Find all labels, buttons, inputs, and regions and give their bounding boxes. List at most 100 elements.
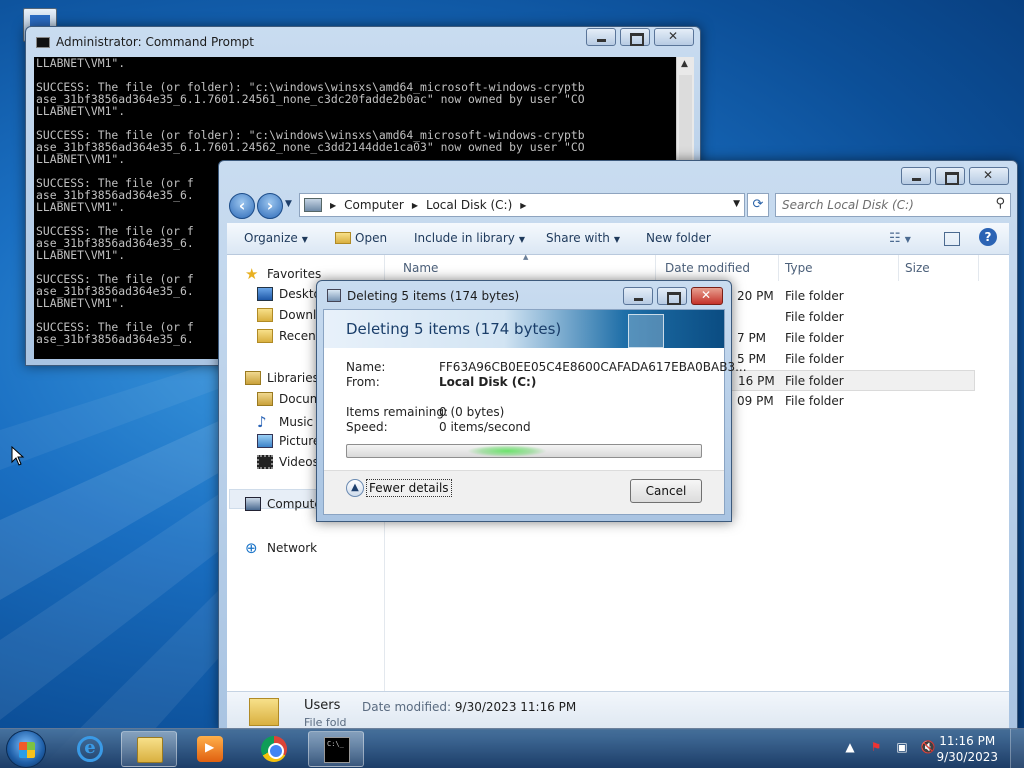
media-player-icon	[197, 736, 223, 762]
dialog-body: Deleting 5 items (174 bytes) Name: FF63A…	[323, 309, 747, 515]
dialog-title-bar[interactable]: Deleting 5 items (174 bytes)	[317, 281, 731, 309]
progress-glow	[467, 445, 547, 457]
system-tray: ▲ ⚑ ▣ 🔇	[842, 739, 936, 755]
taskbar-chrome[interactable]	[246, 731, 302, 767]
nav-downloads[interactable]: Downlo	[257, 308, 324, 322]
breadcrumb-separator-icon[interactable]: ▶	[520, 201, 526, 210]
share-with-button[interactable]: Share with ▼	[546, 231, 620, 245]
view-options-icon[interactable]: ☷ ▼	[889, 231, 911, 246]
nav-music[interactable]: ♪ Music	[257, 413, 313, 431]
name-value: FF63A96CB0EE05C4E8600CAFADA617EBA0BAB3..…	[439, 360, 747, 374]
breadcrumb-separator-icon[interactable]: ▶	[412, 201, 418, 210]
sort-arrow-icon: ▲	[523, 253, 529, 261]
dialog-minimize-button[interactable]	[623, 287, 653, 305]
search-placeholder: Search Local Disk (C:)	[782, 198, 914, 212]
taskbar-internet-explorer[interactable]: e	[62, 731, 118, 767]
nav-favorites[interactable]: ★ Favorites	[245, 265, 321, 283]
forward-button[interactable]: ›	[257, 193, 283, 219]
scroll-up-icon[interactable]: ▲	[681, 59, 688, 69]
navigation-bar: ‹ › ▼ ▶ Computer ▶ Local Disk (C:) ▶ ▼ ⟳…	[227, 191, 1011, 219]
dialog-maximize-button[interactable]	[657, 287, 687, 305]
console-line: ase_31bf3856ad364e35_6.1.7601.24561_none…	[36, 92, 585, 106]
show-desktop-button[interactable]	[1010, 729, 1024, 768]
address-dropdown-icon[interactable]: ▼	[733, 199, 740, 209]
new-folder-button[interactable]: New folder	[646, 231, 711, 245]
folder-icon	[335, 232, 351, 244]
speed-label: Speed:	[346, 420, 388, 434]
organize-button[interactable]: Organize ▼	[244, 231, 308, 245]
fewer-details-button[interactable]: ▲ Fewer details	[346, 479, 452, 497]
explorer-minimize-button[interactable]	[901, 167, 931, 185]
chevron-down-icon: ▼	[301, 235, 308, 244]
show-hidden-icons-icon[interactable]: ▲	[842, 739, 858, 755]
command-prompt-icon: C:\_	[324, 737, 350, 763]
back-button[interactable]: ‹	[229, 193, 255, 219]
breadcrumb-local-disk[interactable]: Local Disk (C:)	[426, 198, 512, 212]
delete-icon	[327, 289, 341, 302]
column-date-modified[interactable]: Date modified	[665, 261, 750, 275]
folder-icon	[137, 737, 163, 763]
items-remaining-label: Items remaining:	[346, 405, 449, 419]
dialog-header: Deleting 5 items (174 bytes)	[324, 310, 724, 348]
name-label: Name:	[346, 360, 386, 374]
explorer-title-bar[interactable]	[219, 161, 1017, 189]
taskbar: e C:\_ ▲ ⚑ ▣ 🔇 11:16 PM 9/30/2023	[0, 728, 1024, 768]
breadcrumb-computer[interactable]: Computer	[344, 198, 404, 212]
help-icon[interactable]: ?	[979, 228, 997, 246]
dialog-close-button[interactable]	[691, 287, 723, 305]
command-bar: Organize ▼ Open Include in library ▼ Share…	[227, 223, 1009, 255]
chrome-icon	[261, 736, 287, 762]
column-size[interactable]: Size	[905, 261, 930, 275]
address-bar[interactable]: ▶ Computer ▶ Local Disk (C:) ▶ ▼	[299, 193, 745, 217]
explorer-maximize-button[interactable]	[935, 167, 965, 185]
column-type[interactable]: Type	[785, 261, 813, 275]
cmd-close-button[interactable]	[654, 28, 694, 46]
videos-icon	[257, 455, 273, 469]
explorer-close-button[interactable]	[969, 167, 1009, 185]
recycle-bin-icon	[628, 314, 664, 348]
folder-icon	[249, 698, 279, 726]
cmd-maximize-button[interactable]	[620, 28, 650, 46]
taskbar-media-player[interactable]	[182, 731, 238, 767]
clock[interactable]: 11:16 PM 9/30/2023	[936, 733, 998, 765]
details-pane: Users Date modified: 9/30/2023 11:16 PM …	[227, 691, 1009, 729]
delete-progress-dialog[interactable]: Deleting 5 items (174 bytes) Deleting 5 …	[316, 280, 747, 522]
nav-recent[interactable]: Recent	[257, 329, 320, 343]
music-icon: ♪	[257, 413, 267, 431]
volume-muted-icon[interactable]: 🔇	[920, 739, 936, 755]
documents-icon	[257, 392, 273, 406]
computer-icon	[245, 497, 261, 511]
breadcrumb-separator-icon[interactable]: ▶	[330, 201, 336, 210]
nav-network[interactable]: ⊕ Network	[245, 539, 317, 557]
taskbar-windows-explorer[interactable]	[121, 731, 177, 767]
refresh-button[interactable]: ⟳	[747, 193, 769, 217]
cmd-minimize-button[interactable]	[586, 28, 616, 46]
nav-videos[interactable]: Videos	[257, 455, 319, 469]
speed-value: 0 items/second	[439, 420, 531, 434]
network-status-icon[interactable]: ▣	[894, 739, 910, 755]
start-button[interactable]	[6, 730, 46, 768]
column-name[interactable]: Name	[403, 261, 438, 275]
downloads-icon	[257, 308, 273, 322]
taskbar-command-prompt[interactable]: C:\_	[308, 731, 364, 767]
console-line: ase_31bf3856ad364e35_6.1.7601.24562_none…	[36, 140, 585, 154]
selected-item-name: Users	[304, 698, 341, 713]
clock-date: 9/30/2023	[936, 750, 998, 764]
open-button[interactable]: Open	[335, 231, 387, 245]
preview-pane-icon[interactable]	[944, 232, 960, 246]
cancel-button[interactable]: Cancel	[630, 479, 702, 503]
nav-documents[interactable]: Docum	[257, 392, 321, 406]
search-icon[interactable]: ⚲	[995, 196, 1005, 211]
search-input[interactable]: Search Local Disk (C:) ⚲	[775, 193, 1011, 217]
include-in-library-button[interactable]: Include in library ▼	[414, 231, 525, 245]
desktop-icon	[257, 287, 273, 301]
progress-bar	[346, 444, 702, 458]
clock-time: 11:16 PM	[939, 734, 996, 748]
dialog-heading: Deleting 5 items (174 bytes)	[346, 320, 562, 338]
action-center-icon[interactable]: ⚑	[868, 739, 884, 755]
cmd-title-bar[interactable]: Administrator: Command Prompt	[26, 27, 700, 57]
selected-item-date: Date modified: 9/30/2023 11:16 PM	[362, 700, 577, 714]
nav-libraries[interactable]: Libraries	[245, 371, 319, 385]
history-dropdown-icon[interactable]: ▼	[285, 199, 292, 209]
nav-computer[interactable]: Compute	[245, 497, 322, 511]
